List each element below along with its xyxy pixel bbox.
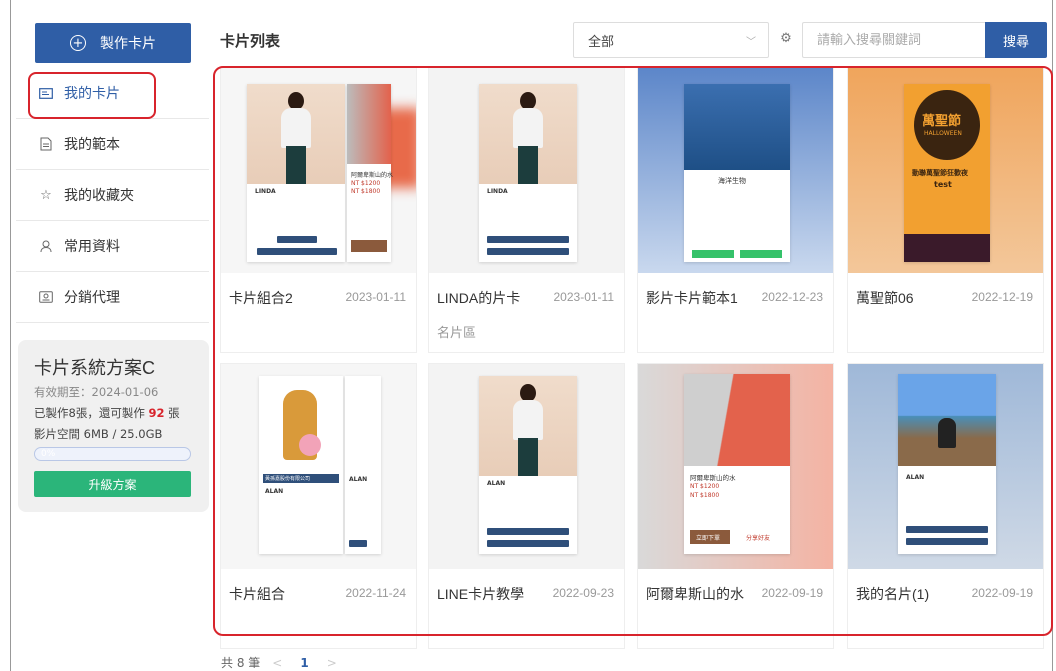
plan-usage: 已製作8張，還可製作 92 張 — [34, 405, 193, 421]
thumb-test: test — [934, 180, 952, 189]
card-thumbnail: LINDA — [429, 68, 624, 273]
card-date: 2023-01-11 — [345, 290, 407, 304]
card-thumbnail: LINDA 阿爾卑斯山的水 NT $1200 NT $1800 — [221, 68, 416, 273]
card-title: LINDA的片卡 — [437, 290, 521, 306]
search-input[interactable] — [802, 22, 985, 58]
sidebar-item-label: 我的卡片 — [64, 86, 120, 102]
card-item[interactable]: 阿爾卑斯山的水 NT $1200 NT $1800 立即下單 分享好友 阿爾卑斯… — [637, 363, 834, 649]
thumb-halloween-art: 萬聖節 — [922, 114, 962, 129]
plus-circle-icon: + — [70, 35, 86, 51]
sidebar-nav: 我的卡片 我的範本 ☆ 我的收藏夾 常用資料 分銷代理 — [16, 68, 209, 323]
thumb-price: NT $1800 — [690, 492, 720, 499]
card-category: 名片區 — [437, 326, 477, 341]
card-item[interactable]: 海洋生物 影片卡片範本1 2022-12-23 — [637, 67, 834, 353]
card-thumbnail: ALAN — [848, 364, 1043, 569]
sidebar-item-label: 我的收藏夾 — [64, 188, 134, 204]
pagination: 共 8 筆 < 1 > — [221, 654, 349, 671]
sidebar-item-label: 我的範本 — [64, 137, 120, 153]
thumb-name: LINDA — [255, 188, 276, 195]
plan-title: 卡片系統方案C — [34, 358, 155, 378]
thumb-share-button: 分享好友 — [746, 535, 771, 542]
card-date: 2022-12-23 — [761, 290, 823, 304]
pagination-total: 共 8 筆 — [221, 656, 261, 670]
card-title: 卡片組合 — [229, 586, 285, 602]
thumb-buy-button: 立即下單 — [696, 535, 721, 542]
thumb-name: ALAN — [349, 476, 368, 483]
thumb-halloween-sub: HALLOWEEN — [924, 130, 962, 137]
card-title: LINE卡片教學 — [437, 586, 525, 602]
page-number[interactable]: 1 — [300, 656, 308, 670]
thumb-name: ALAN — [487, 480, 506, 487]
document-icon — [38, 136, 54, 152]
card-thumbnail: 萬聖節 HALLOWEEN 動聯萬聖節狂歡夜 test — [848, 68, 1043, 273]
thumb-company: 黃孫嘉股份有限公司 — [265, 476, 311, 482]
thumb-title: 海洋生物 — [718, 177, 746, 185]
card-date: 2022-12-19 — [971, 290, 1033, 304]
chevron-right-icon[interactable]: > — [327, 656, 337, 670]
upgrade-plan-button[interactable]: 升級方案 — [34, 471, 191, 497]
thumb-name: ALAN — [265, 488, 284, 495]
card-date: 2023-01-11 — [553, 290, 615, 304]
card-date: 2022-11-24 — [345, 586, 407, 600]
sidebar-item-label: 常用資料 — [64, 239, 120, 255]
page-title: 卡片列表 — [220, 32, 281, 50]
thumb-price: NT $1200 — [351, 180, 381, 187]
thumb-event: 動聯萬聖節狂歡夜 — [912, 169, 968, 177]
sidebar-item-favorites[interactable]: ☆ 我的收藏夾 — [16, 170, 209, 221]
thumb-price: NT $1200 — [690, 483, 720, 490]
agent-icon — [38, 289, 54, 305]
card-thumbnail: 海洋生物 — [638, 68, 833, 273]
card-date: 2022-09-23 — [552, 586, 614, 600]
card-thumbnail: 阿爾卑斯山的水 NT $1200 NT $1800 立即下單 分享好友 — [638, 364, 833, 569]
sidebar-item-common-data[interactable]: 常用資料 — [16, 221, 209, 272]
chevron-down-icon: ﹀ — [746, 37, 756, 48]
card-thumbnail: ALAN — [429, 364, 624, 569]
sidebar-item-my-templates[interactable]: 我的範本 — [16, 119, 209, 170]
thumb-product: 阿爾卑斯山的水 — [351, 172, 394, 179]
window-border-right — [1052, 0, 1053, 671]
card-item[interactable]: 黃孫嘉股份有限公司 ALAN ALAN 卡片組合 2022-11-24 — [220, 363, 417, 649]
card-item[interactable]: ALAN LINE卡片教學 2022-09-23 — [428, 363, 625, 649]
card-title: 影片卡片範本1 — [646, 290, 738, 306]
thumb-name: LINDA — [487, 188, 508, 195]
card-item[interactable]: 萬聖節 HALLOWEEN 動聯萬聖節狂歡夜 test 萬聖節06 2022-1… — [847, 67, 1044, 353]
plan-expiry: 有效期至：2024-01-06 — [34, 385, 159, 399]
plan-panel: 卡片系統方案C 有效期至：2024-01-06 已製作8張，還可製作 92 張 … — [18, 340, 209, 512]
card-date: 2022-09-19 — [761, 586, 823, 600]
card-item[interactable]: ALAN 我的名片(1) 2022-09-19 — [847, 363, 1044, 649]
storage-percent: 0% — [41, 449, 56, 459]
star-icon: ☆ — [40, 187, 52, 203]
search-button[interactable]: 搜尋 — [985, 22, 1047, 58]
card-title: 阿爾卑斯山的水 — [646, 586, 744, 602]
card-icon — [38, 85, 54, 101]
window-border-left — [10, 0, 11, 671]
card-title: 卡片組合2 — [229, 290, 293, 306]
create-card-button[interactable]: + 製作卡片 — [35, 23, 191, 63]
card-title: 萬聖節06 — [856, 290, 914, 306]
card-item[interactable]: LINDA LINDA的片卡 2023-01-11 名片區 — [428, 67, 625, 353]
chevron-left-icon[interactable]: < — [272, 656, 282, 670]
plan-usage-suffix: 張 — [168, 406, 180, 420]
card-thumbnail: 黃孫嘉股份有限公司 ALAN ALAN — [221, 364, 416, 569]
gear-icon[interactable]: ⚙ — [778, 31, 794, 47]
create-card-label: 製作卡片 — [100, 36, 156, 52]
thumb-product: 阿爾卑斯山的水 — [690, 474, 736, 482]
card-title: 我的名片(1) — [856, 586, 930, 602]
thumb-price: NT $1800 — [351, 188, 381, 195]
plan-remaining-count: 92 — [148, 406, 165, 420]
thumb-name: ALAN — [906, 474, 925, 481]
sidebar-item-label: 分銷代理 — [64, 290, 120, 306]
user-icon — [38, 238, 54, 254]
category-filter-select[interactable]: 全部 ﹀ — [573, 22, 769, 58]
card-date: 2022-09-19 — [971, 586, 1033, 600]
storage-progress-bar: 0% — [34, 447, 191, 461]
sidebar-item-distribution-agent[interactable]: 分銷代理 — [16, 272, 209, 323]
sidebar-item-my-cards[interactable]: 我的卡片 — [16, 68, 209, 119]
category-filter-value: 全部 — [588, 34, 615, 50]
plan-usage-prefix: 已製作8張，還可製作 — [34, 406, 145, 420]
card-item[interactable]: LINDA 阿爾卑斯山的水 NT $1200 NT $1800 卡片組合2 20… — [220, 67, 417, 353]
plan-storage: 影片空間 6MB / 25.0GB — [34, 427, 163, 441]
